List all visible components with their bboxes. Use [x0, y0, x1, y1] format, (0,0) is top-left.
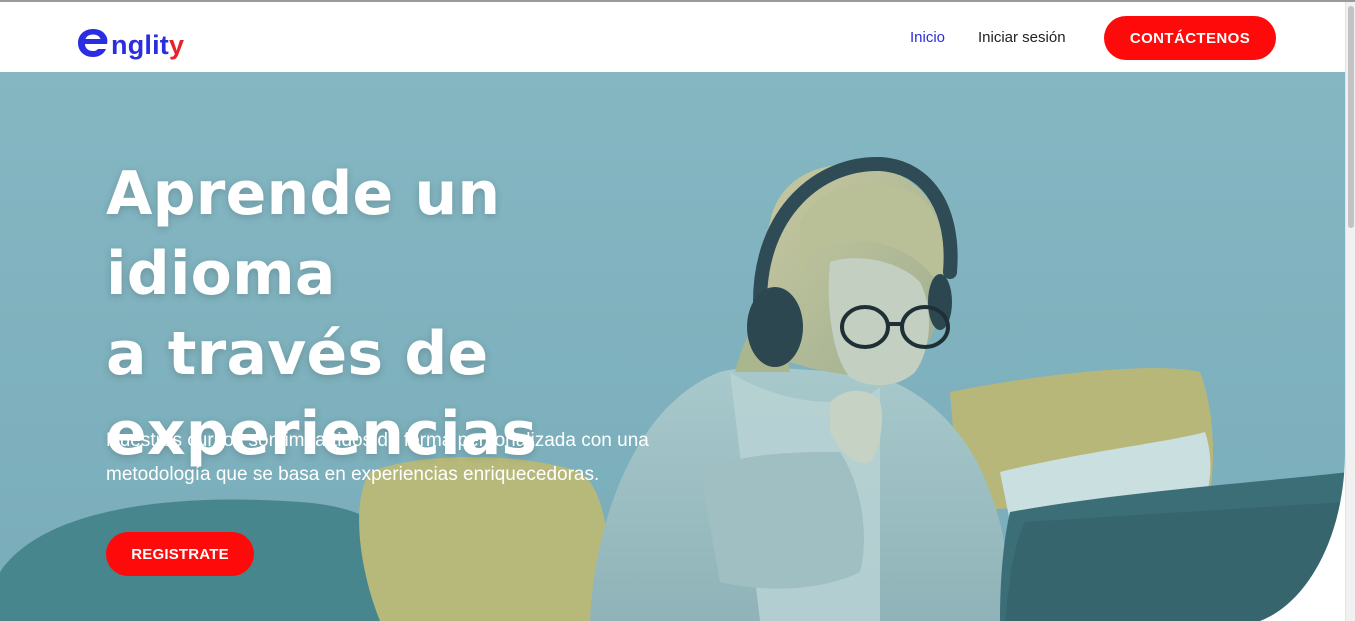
contact-button[interactable]: CONTÁCTENOS	[1104, 16, 1276, 60]
page: nglity Inicio Iniciar sesión CONTÁCTENOS	[0, 2, 1345, 621]
hero-title-line-2: a través de	[106, 319, 489, 389]
scrollbar-thumb[interactable]	[1348, 6, 1354, 228]
nav-inicio-link[interactable]: Inicio	[910, 29, 945, 46]
site-header: nglity Inicio Iniciar sesión CONTÁCTENOS	[0, 2, 1345, 72]
nav-iniciar-sesion-link[interactable]: Iniciar sesión	[978, 29, 1066, 46]
vertical-scrollbar[interactable]	[1345, 2, 1355, 621]
logo-e-mark-icon	[76, 26, 110, 60]
register-button[interactable]: REGISTRATE	[106, 532, 254, 576]
englity-logo[interactable]: nglity	[76, 16, 184, 60]
hero-section: Aprende un idioma a través de experienci…	[0, 72, 1345, 621]
logo-wordmark: nglity	[111, 30, 185, 60]
hero-subtitle: Nuestros cursos son impartidos de forma …	[106, 430, 649, 485]
hero-title-line-1: Aprende un idioma	[106, 159, 501, 309]
